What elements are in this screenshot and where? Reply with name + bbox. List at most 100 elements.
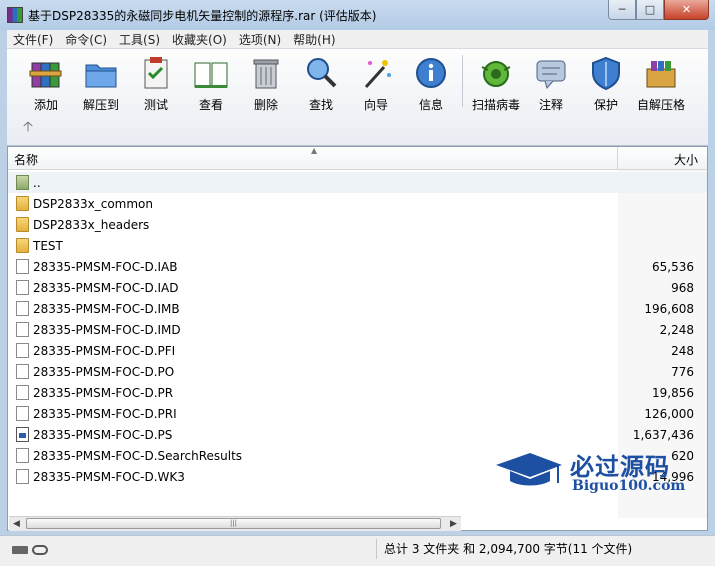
file-size: 248 [671,344,694,358]
file-name: DSP2833x_headers [33,218,150,232]
file-icon [16,469,29,484]
menu-help[interactable]: 帮助(H) [287,31,341,48]
list-item[interactable]: 28335-PMSM-FOC-D.IMB 196,608 [8,298,707,319]
info-button[interactable]: 信息 [404,53,458,112]
scroll-right-icon[interactable]: ▶ [446,517,461,531]
menu-options[interactable]: 选项(N) [233,31,287,48]
info-label: 信息 [418,98,443,112]
file-icon [16,280,29,295]
add-button[interactable]: 添加 [19,53,73,112]
wizard-button[interactable]: 向导 [349,53,403,112]
sfx-label: 自解压格 [636,98,685,112]
virus-scan-button[interactable]: 扫描病毒 [469,53,523,112]
column-size[interactable]: 大小 [618,151,698,168]
up-arrow-icon[interactable]: 🡡 [23,119,39,135]
drive-icon[interactable] [12,546,28,554]
test-button[interactable]: 测试 [129,53,183,112]
ps-file-icon [16,427,29,442]
title-bar: 基于DSP28335的永磁同步电机矢量控制的源程序.rar (评估版本) ─ □… [0,0,715,30]
list-item[interactable]: DSP2833x_common [8,193,707,214]
file-icon [16,259,29,274]
watermark: 必过源码 Biguo100.com [490,443,700,503]
status-bar: 总计 3 文件夹 和 2,094,700 字节(11 个文件) [0,535,715,566]
file-rows: .. DSP2833x_common DSP2833x_headers TEST… [8,172,707,487]
watermark-cn: 必过源码 [570,453,670,481]
delete-button[interactable]: 删除 [239,53,293,112]
menu-command[interactable]: 命令(C) [59,31,113,48]
file-name: 28335-PMSM-FOC-D.PR [33,386,174,400]
magic-wand-icon [364,60,391,89]
extract-to-button[interactable]: 解压到 [74,53,128,112]
file-size: 126,000 [644,407,694,421]
info-icon [416,58,446,88]
virus-bug-icon [481,61,511,87]
toolbar: 添加 解压到 测试 查看 删除 查找 向导 信息 扫描病毒 注释 保护 自解压格… [7,48,708,146]
window-controls: ─ □ ✕ [608,0,709,20]
file-name: 28335-PMSM-FOC-D.PFI [33,344,176,358]
file-name: 28335-PMSM-FOC-D.IAB [33,260,178,274]
file-name: 28335-PMSM-FOC-D.IAD [33,281,179,295]
file-icon [16,322,29,337]
status-icons [12,544,52,556]
list-item[interactable]: .. [8,172,707,193]
protect-button[interactable]: 保护 [579,53,633,112]
horizontal-scrollbar[interactable]: ◀ ||| ▶ [9,516,461,531]
file-size: 2,248 [659,323,694,337]
file-size: 776 [671,365,694,379]
menu-bar: 文件(F) 命令(C) 工具(S) 收藏夹(O) 选项(N) 帮助(H) [7,30,708,48]
list-item[interactable]: 28335-PMSM-FOC-D.IMD 2,248 [8,319,707,340]
file-icon [16,385,29,400]
shield-icon [592,56,620,91]
file-size: 968 [671,281,694,295]
sfx-button[interactable]: 自解压格 [634,53,688,112]
parent-folder-icon [16,175,29,190]
magnifier-icon [307,58,337,88]
list-item[interactable]: 28335-PMSM-FOC-D.PRI 126,000 [8,403,707,424]
sfx-box-icon [646,61,676,88]
list-item[interactable]: 28335-PMSM-FOC-D.IAB 65,536 [8,256,707,277]
file-icon [16,301,29,316]
status-summary: 总计 3 文件夹 和 2,094,700 字节(11 个文件) [384,542,633,556]
folder-icon [16,217,29,232]
menu-tools[interactable]: 工具(S) [113,31,166,48]
list-item[interactable]: DSP2833x_headers [8,214,707,235]
extract-folder-icon [85,64,117,88]
close-button[interactable]: ✕ [664,0,709,20]
scroll-left-icon[interactable]: ◀ [9,517,24,531]
test-clipboard-icon [144,57,168,89]
file-name: 28335-PMSM-FOC-D.IMB [33,302,180,316]
folder-icon [16,238,29,253]
comment-button[interactable]: 注释 [524,53,578,112]
list-header: ▲ 名称 大小 [8,146,707,170]
scroll-thumb[interactable]: ||| [26,518,441,529]
list-item[interactable]: 28335-PMSM-FOC-D.PS 1,637,436 [8,424,707,445]
file-icon [16,364,29,379]
list-item[interactable]: 28335-PMSM-FOC-D.PFI 248 [8,340,707,361]
file-name: 28335-PMSM-FOC-D.PO [33,365,175,379]
winrar-icon [7,7,23,23]
file-name: .. [33,176,41,190]
trash-icon [253,59,279,89]
menu-file[interactable]: 文件(F) [7,31,59,48]
graduation-cap-icon [496,453,562,486]
list-item[interactable]: 28335-PMSM-FOC-D.IAD 968 [8,277,707,298]
file-size: 1,637,436 [632,428,694,442]
find-button[interactable]: 查找 [294,53,348,112]
column-name[interactable]: 名称 [14,151,38,168]
file-icon [16,406,29,421]
list-item[interactable]: 28335-PMSM-FOC-D.PO 776 [8,361,707,382]
list-item[interactable]: 28335-PMSM-FOC-D.PR 19,856 [8,382,707,403]
minimize-button[interactable]: ─ [608,0,636,20]
file-name: 28335-PMSM-FOC-D.SearchResults [33,449,243,463]
key-icon[interactable] [32,545,48,555]
file-name: 28335-PMSM-FOC-D.PRI [33,407,177,421]
add-archive-icon [29,62,62,88]
maximize-button[interactable]: □ [636,0,664,20]
view-button[interactable]: 查看 [184,53,238,112]
sort-arrow-icon: ▲ [311,146,318,155]
list-item[interactable]: TEST [8,235,707,256]
folder-icon [16,196,29,211]
comment-icon [536,60,566,90]
menu-favorites[interactable]: 收藏夹(O) [166,31,233,48]
file-size: 19,856 [652,386,694,400]
